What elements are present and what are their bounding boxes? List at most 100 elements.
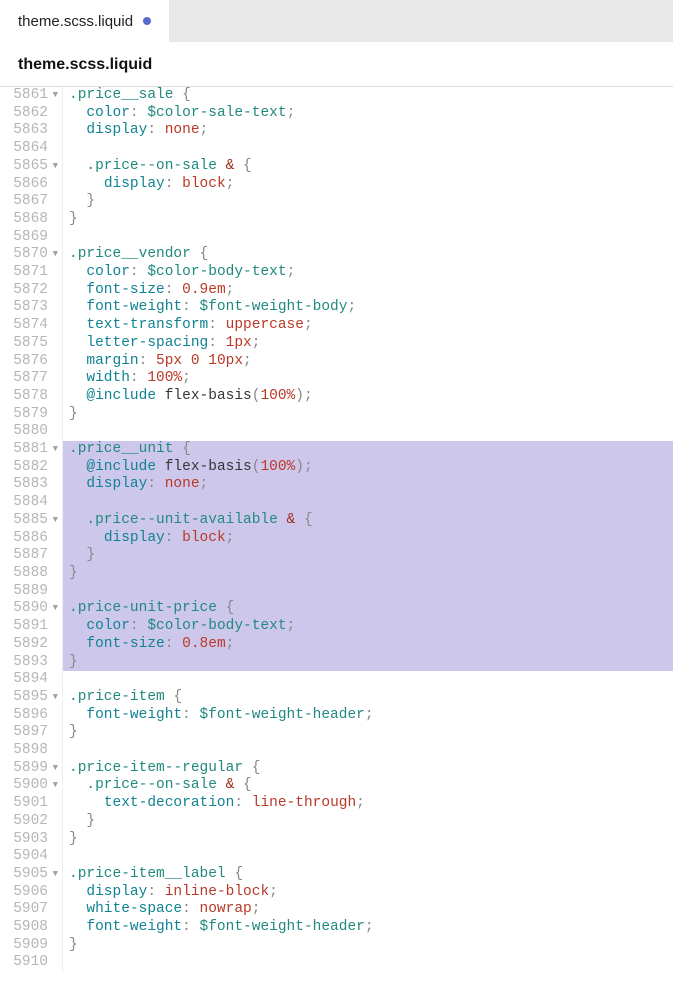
line-number: 5901 <box>8 795 58 813</box>
code-line[interactable]: margin: 5px 0 10px; <box>63 353 673 371</box>
code-line[interactable]: .price-item__label { <box>63 866 673 884</box>
code-line[interactable]: font-weight: $font-weight-header; <box>63 707 673 725</box>
line-number: 5864 <box>8 140 58 158</box>
code-line[interactable]: } <box>63 654 673 672</box>
code-editor[interactable]: 5861▼5862586358645865▼586658675868586958… <box>0 87 673 972</box>
code-line[interactable]: @include flex-basis(100%); <box>63 388 673 406</box>
code-line[interactable] <box>63 848 673 866</box>
code-line[interactable] <box>63 742 673 760</box>
line-number: 5868 <box>8 211 58 229</box>
line-number: 5876 <box>8 353 58 371</box>
code-line[interactable]: } <box>63 831 673 849</box>
fold-marker-icon[interactable]: ▼ <box>50 246 58 264</box>
line-number: 5875 <box>8 335 58 353</box>
code-line[interactable]: } <box>63 547 673 565</box>
fold-marker-icon[interactable]: ▼ <box>50 512 58 530</box>
code-line[interactable]: .price__vendor { <box>63 246 673 264</box>
line-number: 5870▼ <box>8 246 58 264</box>
line-number: 5891 <box>8 618 58 636</box>
code-content[interactable]: .price__sale { color: $color-sale-text; … <box>63 87 673 972</box>
fold-marker-icon[interactable]: ▼ <box>50 760 58 778</box>
line-number: 5892 <box>8 636 58 654</box>
code-line[interactable]: .price-unit-price { <box>63 600 673 618</box>
line-number: 5863 <box>8 122 58 140</box>
line-number-gutter: 5861▼5862586358645865▼586658675868586958… <box>0 87 63 972</box>
code-line[interactable]: display: none; <box>63 476 673 494</box>
code-line[interactable] <box>63 494 673 512</box>
code-line[interactable]: } <box>63 211 673 229</box>
code-line[interactable]: font-size: 0.8em; <box>63 636 673 654</box>
fold-marker-icon[interactable]: ▼ <box>50 600 58 618</box>
tab-bar: theme.scss.liquid <box>0 0 673 42</box>
line-number: 5878 <box>8 388 58 406</box>
line-number: 5889 <box>8 583 58 601</box>
line-number: 5884 <box>8 494 58 512</box>
line-number: 5865▼ <box>8 158 58 176</box>
code-line[interactable]: } <box>63 193 673 211</box>
code-line[interactable] <box>63 423 673 441</box>
fold-marker-icon[interactable]: ▼ <box>50 441 58 459</box>
code-line[interactable]: display: block; <box>63 176 673 194</box>
line-number: 5885▼ <box>8 512 58 530</box>
code-line[interactable]: display: inline-block; <box>63 884 673 902</box>
line-number: 5895▼ <box>8 689 58 707</box>
code-line[interactable]: text-decoration: line-through; <box>63 795 673 813</box>
code-line[interactable]: .price--on-sale & { <box>63 777 673 795</box>
line-number: 5874 <box>8 317 58 335</box>
code-line[interactable]: color: $color-sale-text; <box>63 105 673 123</box>
code-line[interactable]: color: $color-body-text; <box>63 264 673 282</box>
code-line[interactable]: .price__sale { <box>63 87 673 105</box>
line-number: 5905▼ <box>8 866 58 884</box>
line-number: 5866 <box>8 176 58 194</box>
code-line[interactable]: display: none; <box>63 122 673 140</box>
code-line[interactable]: .price-item { <box>63 689 673 707</box>
code-line[interactable] <box>63 954 673 972</box>
fold-marker-icon[interactable]: ▼ <box>50 87 58 105</box>
code-line[interactable]: .price--on-sale & { <box>63 158 673 176</box>
code-line[interactable]: .price-item--regular { <box>63 760 673 778</box>
code-line[interactable] <box>63 140 673 158</box>
fold-marker-icon[interactable]: ▼ <box>50 777 58 795</box>
code-line[interactable] <box>63 229 673 247</box>
code-line[interactable]: font-weight: $font-weight-body; <box>63 299 673 317</box>
modified-dot-icon <box>143 17 151 25</box>
code-line[interactable] <box>63 583 673 601</box>
code-line[interactable]: } <box>63 937 673 955</box>
file-tab[interactable]: theme.scss.liquid <box>0 0 169 42</box>
line-number: 5887 <box>8 547 58 565</box>
line-number: 5903 <box>8 831 58 849</box>
line-number: 5902 <box>8 813 58 831</box>
line-number: 5886 <box>8 530 58 548</box>
code-line[interactable]: font-size: 0.9em; <box>63 282 673 300</box>
code-line[interactable]: white-space: nowrap; <box>63 901 673 919</box>
code-line[interactable]: letter-spacing: 1px; <box>63 335 673 353</box>
line-number: 5910 <box>8 954 58 972</box>
code-line[interactable]: } <box>63 813 673 831</box>
code-line[interactable] <box>63 671 673 689</box>
line-number: 5897 <box>8 724 58 742</box>
line-number: 5908 <box>8 919 58 937</box>
code-line[interactable]: width: 100%; <box>63 370 673 388</box>
line-number: 5871 <box>8 264 58 282</box>
fold-marker-icon[interactable]: ▼ <box>50 866 58 884</box>
code-line[interactable]: } <box>63 724 673 742</box>
code-line[interactable]: text-transform: uppercase; <box>63 317 673 335</box>
fold-marker-icon[interactable]: ▼ <box>50 158 58 176</box>
line-number: 5873 <box>8 299 58 317</box>
code-line[interactable]: font-weight: $font-weight-header; <box>63 919 673 937</box>
code-line[interactable]: display: block; <box>63 530 673 548</box>
code-line[interactable]: .price__unit { <box>63 441 673 459</box>
line-number: 5907 <box>8 901 58 919</box>
line-number: 5909 <box>8 937 58 955</box>
code-line[interactable]: @include flex-basis(100%); <box>63 459 673 477</box>
line-number: 5881▼ <box>8 441 58 459</box>
code-line[interactable]: } <box>63 406 673 424</box>
line-number: 5900▼ <box>8 777 58 795</box>
line-number: 5883 <box>8 476 58 494</box>
line-number: 5879 <box>8 406 58 424</box>
code-line[interactable]: .price--unit-available & { <box>63 512 673 530</box>
line-number: 5888 <box>8 565 58 583</box>
code-line[interactable]: } <box>63 565 673 583</box>
fold-marker-icon[interactable]: ▼ <box>50 689 58 707</box>
code-line[interactable]: color: $color-body-text; <box>63 618 673 636</box>
